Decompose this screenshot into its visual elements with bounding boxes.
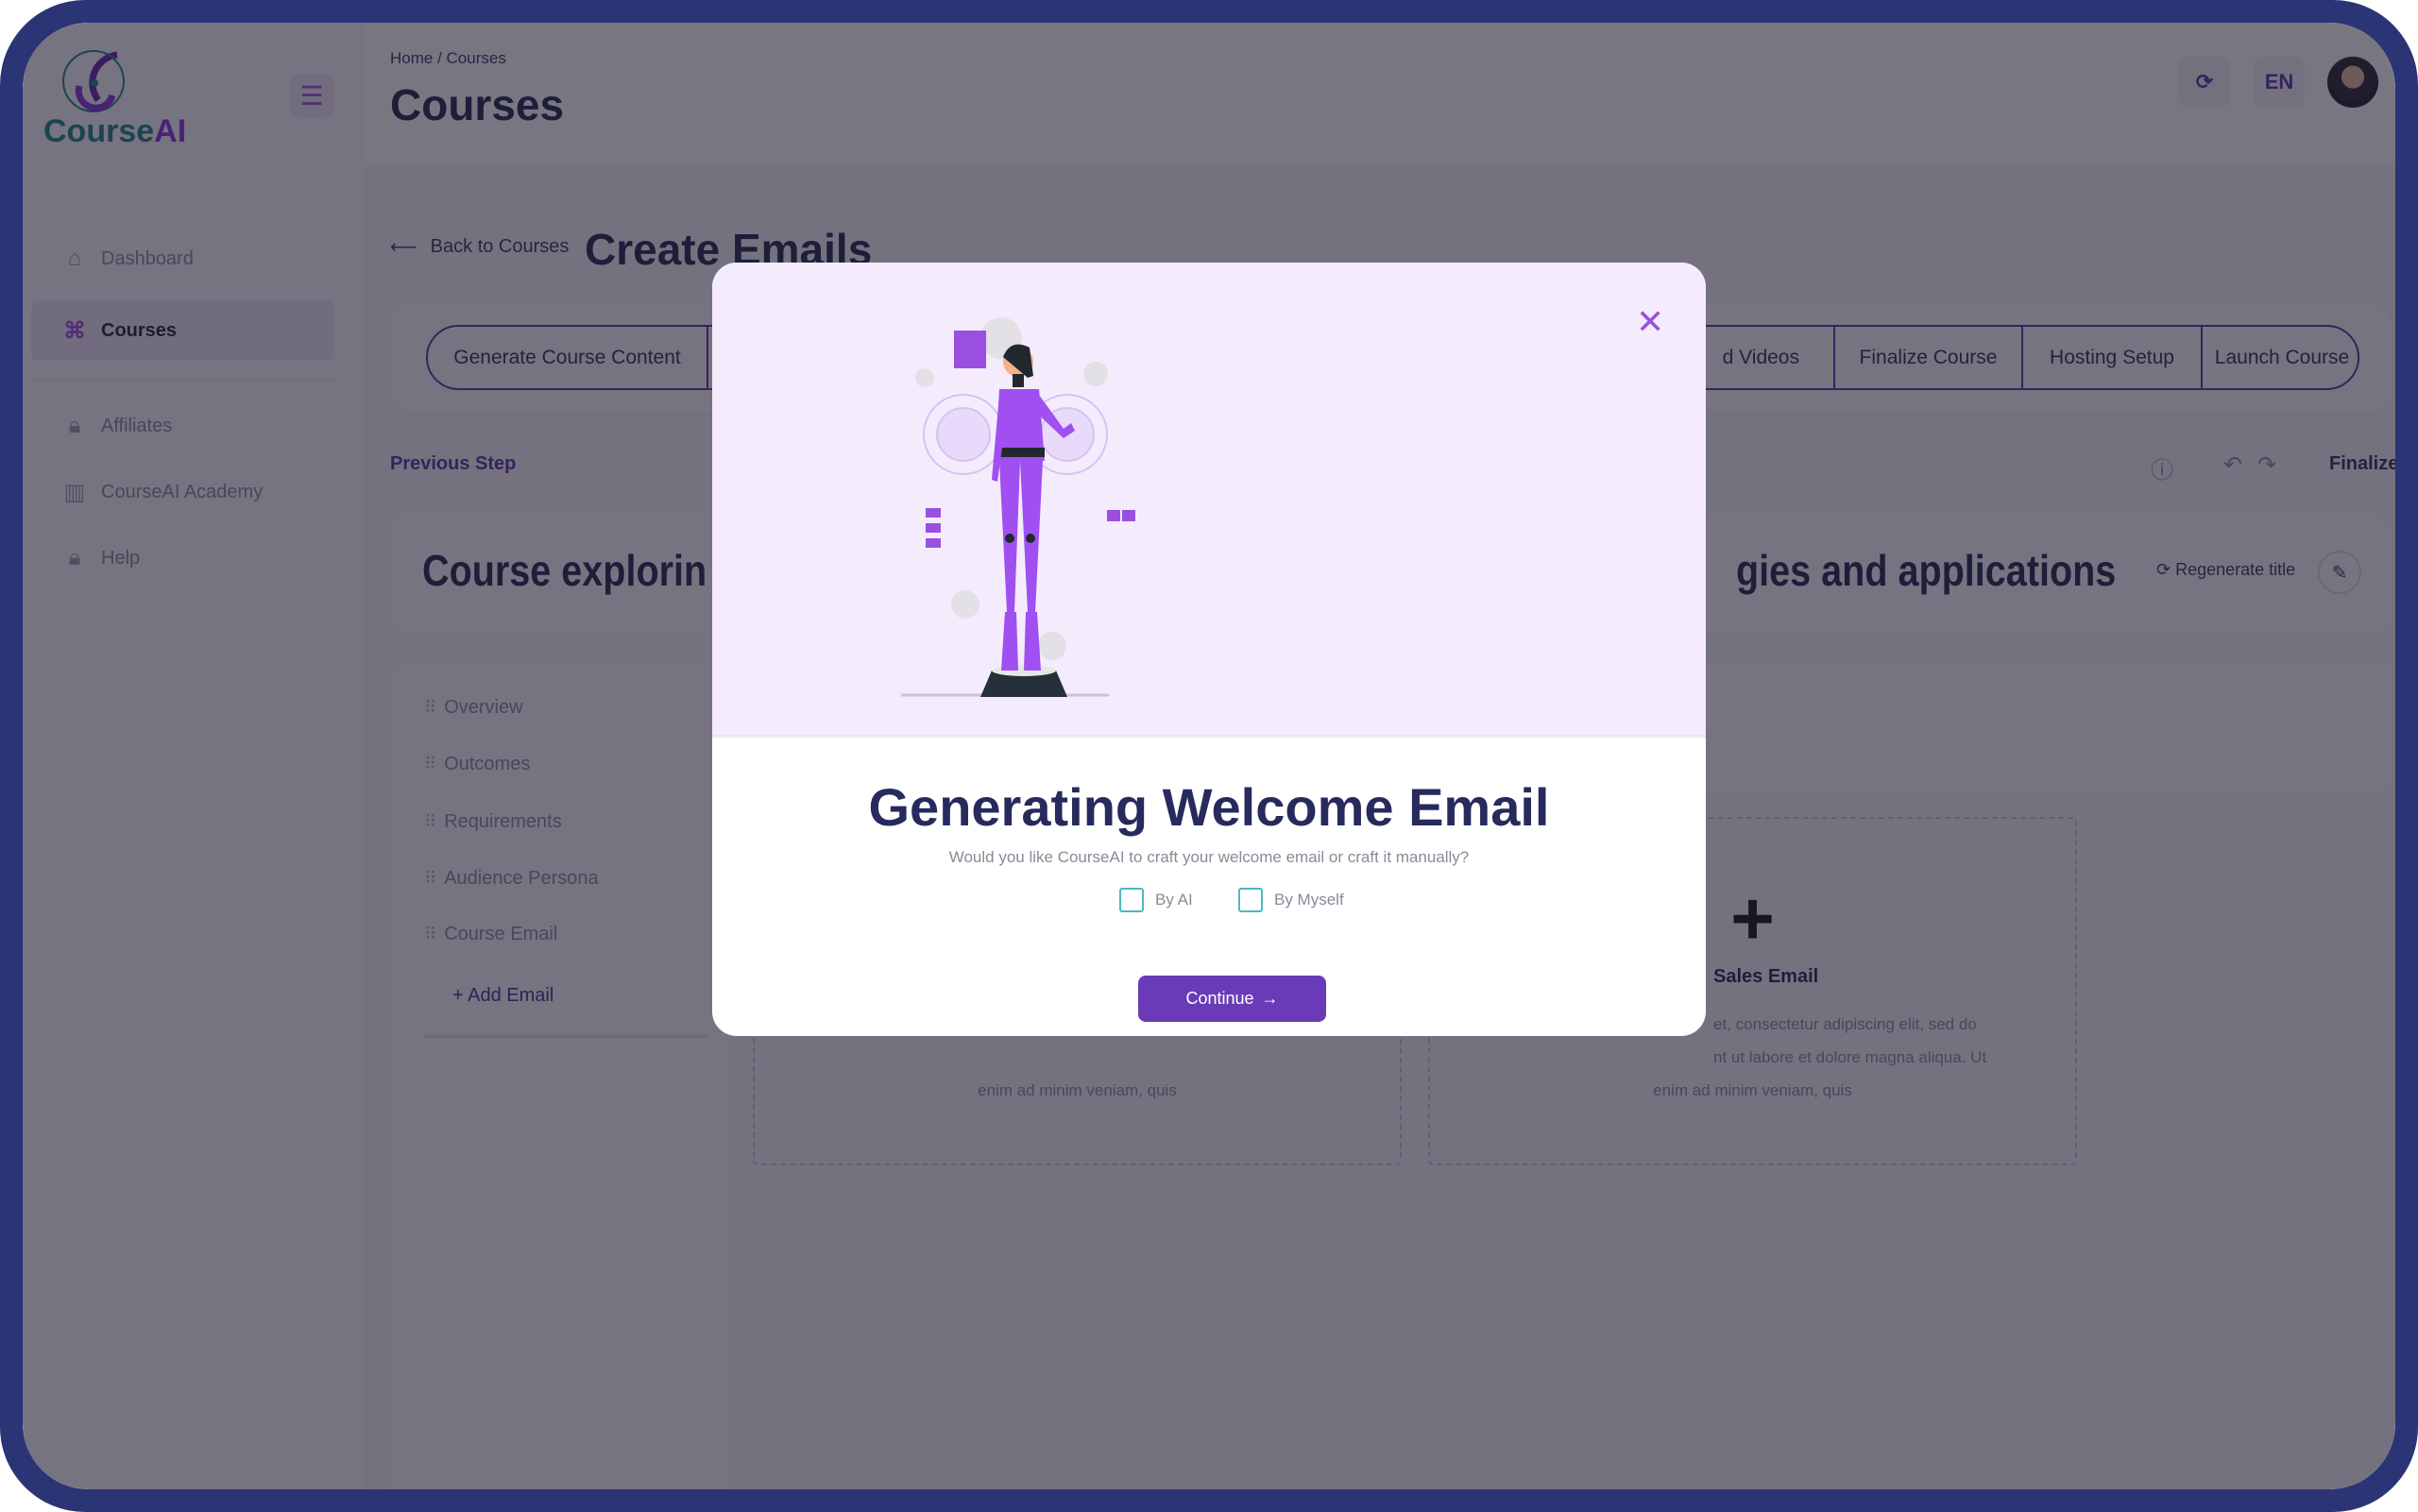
drag-handle-icon[interactable]: ⠿ xyxy=(424,812,436,832)
by-ai-option[interactable]: By AI xyxy=(1119,888,1193,912)
modal-title: Generating Welcome Email xyxy=(868,777,1550,837)
device-frame: CourseAI ☰ ⌂ Dashboard ⌘ Courses 🔒︎ Affilia… xyxy=(0,0,2418,1512)
outline-list: ⠿ Overview ⠿ Outcomes ⠿ Requirements ⠿ Audie… xyxy=(390,663,725,1489)
sidebar: CourseAI ☰ ⌂ Dashboard ⌘ Courses 🔒︎ Affilia… xyxy=(23,23,365,1489)
course-title-right: gies and applications xyxy=(1736,546,2117,595)
lock-icon: 🔒︎ xyxy=(68,413,81,438)
sidebar-item-affiliates[interactable]: 🔒︎ Affiliates xyxy=(31,396,333,456)
finalize-button[interactable]: Finalize xyxy=(2329,453,2395,475)
book-icon: ▥ xyxy=(63,479,86,505)
close-icon[interactable]: ✕ xyxy=(1636,305,1664,339)
sidebar-item-academy[interactable]: ▥ CourseAI Academy xyxy=(31,462,333,522)
help-icon[interactable]: ⓘ xyxy=(2151,451,2173,484)
email-card-label: Sales Email xyxy=(1713,966,1819,987)
refresh-button[interactable]: ⟳ xyxy=(2179,57,2230,108)
hamburger-icon: ☰ xyxy=(299,80,324,110)
step-launch-course[interactable]: Launch Course xyxy=(2203,327,2358,388)
home-icon: ⌂ xyxy=(67,246,82,271)
arrow-right-icon: → xyxy=(1261,989,1279,1008)
modal-subtitle: Would you like CourseAI to craft your we… xyxy=(948,848,1470,866)
sidebar-item-help[interactable]: 🔒︎ Help xyxy=(31,528,333,588)
refresh-icon: ⟳ xyxy=(2195,70,2214,93)
breadcrumb[interactable]: Home / Courses xyxy=(390,49,506,68)
list-item[interactable]: ⠿ Overview xyxy=(424,697,523,719)
plus-icon: + xyxy=(452,985,468,1006)
robot-illustration xyxy=(901,317,1135,697)
sidebar-item-courses[interactable]: ⌘ Courses xyxy=(31,300,333,361)
step-finalize-course[interactable]: Finalize Course xyxy=(1835,327,2023,388)
lock-icon: 🔒︎ xyxy=(68,545,81,570)
email-card-description: nt ut labore et dolore magna aliqua. Ut xyxy=(1713,1048,1987,1066)
generate-email-modal: ✕ Generating Welcome Email Would you lik… xyxy=(712,263,1706,1036)
list-item[interactable]: ⠿ Requirements xyxy=(424,811,562,833)
drag-handle-icon[interactable]: ⠿ xyxy=(424,755,436,774)
add-email-button[interactable]: + Add Email xyxy=(452,985,553,1007)
step-generate-course-content[interactable]: Generate Course Content xyxy=(428,327,708,388)
drag-handle-icon[interactable]: ⠿ xyxy=(424,698,436,718)
regenerate-title-button[interactable]: ⟳ Regenerate title xyxy=(2156,560,2295,580)
page-title: Courses xyxy=(390,80,565,129)
step-hosting-setup[interactable]: Hosting Setup xyxy=(2023,327,2203,388)
previous-step-link[interactable]: Previous Step xyxy=(390,453,516,475)
app-screen: CourseAI ☰ ⌂ Dashboard ⌘ Courses 🔒︎ Affilia… xyxy=(23,23,2395,1489)
email-card-description: enim ad minim veniam, quis xyxy=(978,1081,1177,1099)
user-avatar[interactable] xyxy=(2327,57,2378,108)
edit-icon: ✎ xyxy=(2331,562,2348,584)
drag-handle-icon[interactable]: ⠿ xyxy=(424,925,436,944)
list-item[interactable]: ⠿ Outcomes xyxy=(424,754,530,775)
drag-handle-icon[interactable]: ⠿ xyxy=(424,869,436,889)
list-divider xyxy=(424,1035,707,1038)
back-to-courses-link[interactable]: ⟵ Back to Courses xyxy=(390,235,569,259)
brand-name: CourseAI xyxy=(43,113,187,149)
sidebar-item-dashboard[interactable]: ⌂ Dashboard xyxy=(31,229,333,289)
by-myself-checkbox[interactable] xyxy=(1238,888,1263,912)
top-header: Home / Courses Courses ⟳ EN xyxy=(365,23,2395,163)
course-title-left: Course explorin xyxy=(422,546,707,595)
list-item[interactable]: ⠿ Audience Persona xyxy=(424,868,599,890)
email-card-description: enim ad minim veniam, quis xyxy=(1653,1081,1852,1099)
by-myself-option[interactable]: By Myself xyxy=(1238,888,1344,912)
language-button[interactable]: EN xyxy=(2254,57,2305,108)
sidebar-divider xyxy=(34,380,334,382)
by-ai-checkbox[interactable] xyxy=(1119,888,1144,912)
menu-toggle-button[interactable]: ☰ xyxy=(290,74,333,117)
refresh-icon: ⟳ xyxy=(2156,560,2176,579)
command-icon: ⌘ xyxy=(63,317,86,344)
list-item[interactable]: ⠿ Course Email xyxy=(424,924,557,945)
redo-icon[interactable]: ↷ xyxy=(2257,451,2276,479)
modal-illustration-area: ✕ xyxy=(712,263,1706,738)
edit-title-button[interactable]: ✎ xyxy=(2318,551,2361,594)
continue-button[interactable]: Continue → xyxy=(1138,976,1326,1022)
undo-icon[interactable]: ↶ xyxy=(2223,451,2242,479)
arrow-left-icon: ⟵ xyxy=(390,237,417,258)
email-card-description: et, consectetur adipiscing elit, sed do xyxy=(1713,1015,1977,1033)
courseai-logo xyxy=(62,50,125,112)
